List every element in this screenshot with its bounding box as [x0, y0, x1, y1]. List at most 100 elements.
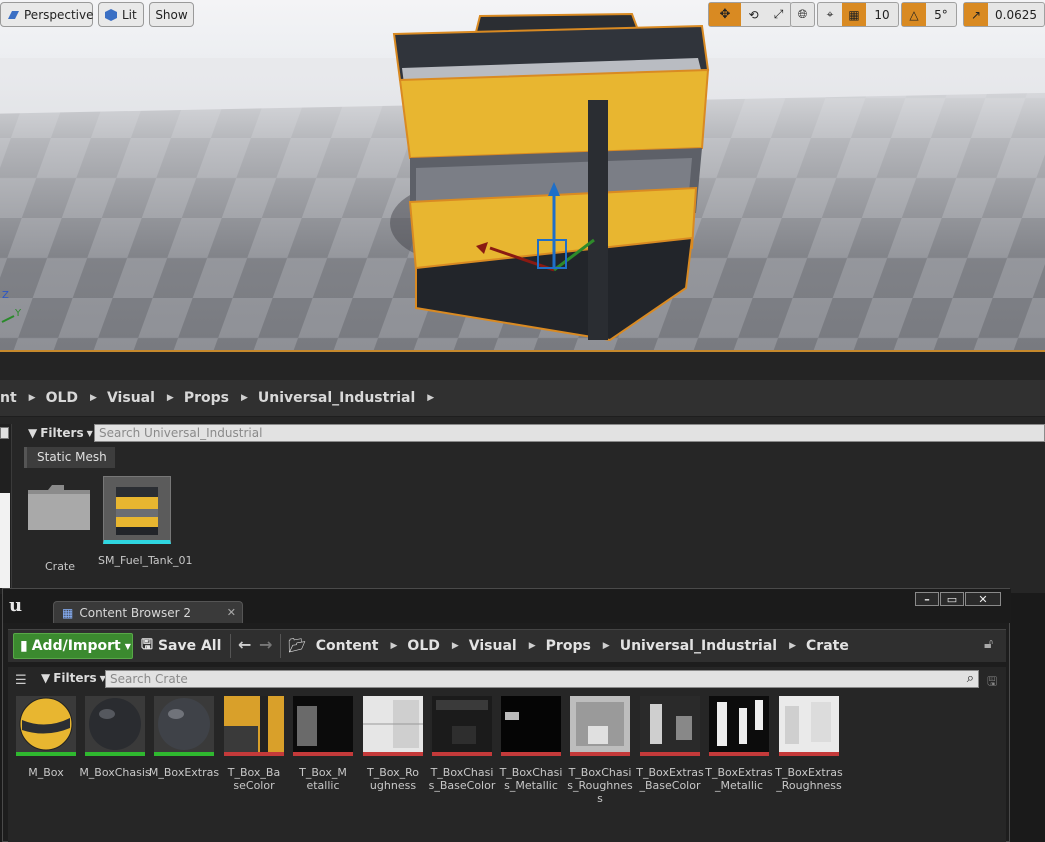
- filters-button[interactable]: ▼ Filters ▼: [41, 671, 106, 685]
- chevron-right-icon[interactable]: ▶: [603, 641, 610, 651]
- level-viewport[interactable]: Perspective Lit Show ✥ ⟲ ⤢ 🌐︎ ⌖ ▦ 10 △ 5…: [0, 0, 1045, 352]
- scale-snap-icon: ↗: [970, 7, 982, 22]
- window-title-bar[interactable]: u ▦ Content Browser 2 ✕ – ▭ ✕: [3, 589, 1011, 623]
- perspective-button[interactable]: Perspective: [0, 2, 94, 27]
- rotate-mode-button[interactable]: ⟲: [741, 3, 766, 26]
- rotation-snap-toggle[interactable]: △: [902, 3, 926, 26]
- search-input[interactable]: Search Universal_Industrial: [94, 424, 1045, 442]
- breadcrumb-item-old[interactable]: OLD ▶: [407, 638, 468, 654]
- tab-label: Content Browser 2: [79, 605, 191, 620]
- asset-thumbnail-t-boxchasis-roughness[interactable]: [570, 696, 630, 756]
- forward-arrow-icon[interactable]: →: [259, 635, 272, 654]
- chevron-right-icon[interactable]: ▶: [90, 393, 97, 403]
- asset-label: T_BoxExtras_Roughness: [775, 766, 843, 792]
- breadcrumb-item-content[interactable]: Content ▶: [316, 638, 408, 654]
- asset-thumbnail-t-boxextras-roughness[interactable]: [779, 696, 839, 756]
- angle-icon: △: [909, 7, 919, 22]
- world-local-toggle[interactable]: 🌐︎: [790, 2, 815, 27]
- save-search-icon[interactable]: 🖫︎: [987, 672, 997, 693]
- show-button[interactable]: Show: [149, 2, 194, 27]
- axis-indicator: Z Y: [0, 290, 30, 330]
- content-browser-window: u ▦ Content Browser 2 ✕ – ▭ ✕ ▮ Add/Impo…: [2, 588, 1011, 842]
- filters-button[interactable]: ▼ Filters ▼: [28, 426, 93, 440]
- scale-icon: ⤢: [773, 7, 784, 21]
- lit-button[interactable]: Lit: [98, 2, 144, 27]
- asset-label: T_BoxExtras_BaseColor: [636, 766, 704, 792]
- filter-funnel-icon: ▼: [41, 671, 51, 685]
- breadcrumb-item-old[interactable]: OLD ▶: [46, 390, 107, 406]
- sources-toggle-icon[interactable]: [0, 427, 9, 439]
- asset-label: T_Box_BaseColor: [227, 766, 281, 792]
- folder-icon[interactable]: [28, 484, 90, 530]
- transform-mode-group: ✥ ⟲ ⤢: [708, 2, 792, 27]
- grid-snap-value[interactable]: 10: [866, 3, 898, 26]
- chevron-right-icon[interactable]: ▶: [427, 393, 434, 403]
- search-icon[interactable]: ⌕: [967, 671, 974, 686]
- camera-speed-value[interactable]: 0.0625: [988, 3, 1044, 26]
- static-mesh-thumbnail[interactable]: [103, 476, 171, 544]
- translate-icon: ✥: [719, 7, 731, 22]
- asset-thumbnail-m-boxextras[interactable]: [154, 696, 214, 756]
- fuel-tank-mesh[interactable]: [380, 8, 720, 348]
- chevron-right-icon[interactable]: ▶: [452, 641, 459, 651]
- search-placeholder: Search Universal_Industrial: [99, 426, 263, 440]
- breadcrumb-item-props[interactable]: Props ▶: [546, 638, 620, 654]
- breadcrumb-item-visual[interactable]: Visual ▶: [107, 390, 184, 406]
- lock-icon[interactable]: 🔓︎: [984, 636, 993, 652]
- minimize-button[interactable]: –: [915, 592, 939, 606]
- chevron-right-icon[interactable]: ▶: [391, 641, 398, 651]
- asset-thumbnail-t-box-roughness[interactable]: [363, 696, 423, 756]
- tab-content-browser-2[interactable]: ▦ Content Browser 2 ✕: [53, 601, 243, 623]
- content-browser-icon: ▦: [62, 605, 74, 620]
- dropdown-arrow-icon: ▼: [124, 641, 131, 651]
- sources-panel-edge: [0, 493, 10, 588]
- breadcrumb-item-props[interactable]: Props ▶: [184, 390, 258, 406]
- asset-label: T_Box_Roughness: [366, 766, 420, 792]
- chevron-right-icon[interactable]: ▶: [241, 393, 248, 403]
- breadcrumb: 📂︎ Content ▶ OLD ▶ Visual ▶ Props ▶ Universa…: [288, 633, 849, 659]
- scale-mode-button[interactable]: ⤢: [766, 3, 791, 26]
- chevron-right-icon[interactable]: ▶: [529, 641, 536, 651]
- maximize-button[interactable]: ▭: [940, 592, 964, 606]
- breadcrumb-item-content[interactable]: nt ▶: [0, 390, 46, 406]
- maximize-icon: ▭: [946, 592, 958, 606]
- breadcrumb-item-crate[interactable]: Crate: [806, 638, 849, 654]
- filters-label: Filters: [40, 426, 84, 440]
- chevron-right-icon[interactable]: ▶: [789, 641, 796, 651]
- asset-label: T_Box_Metallic: [299, 766, 347, 792]
- breadcrumb-item-universal-industrial[interactable]: Universal_Industrial ▶: [258, 390, 444, 406]
- asset-thumbnail-m-box[interactable]: [16, 696, 76, 756]
- save-all-button[interactable]: 🖫︎ Save All: [141, 633, 221, 659]
- add-import-button[interactable]: ▮ Add/Import ▼: [13, 633, 133, 659]
- chevron-right-icon[interactable]: ▶: [167, 393, 174, 403]
- close-tab-icon[interactable]: ✕: [227, 606, 236, 619]
- rotation-snap-value[interactable]: 5°: [926, 3, 956, 26]
- chevron-right-icon[interactable]: ▶: [29, 393, 36, 403]
- asset-label: M_BoxChasis: [79, 766, 151, 779]
- asset-thumbnail-t-boxextras-basecolor[interactable]: [640, 696, 700, 756]
- breadcrumb-item-universal-industrial[interactable]: Universal_Industrial ▶: [620, 638, 806, 654]
- asset-label: T_BoxChasis_BaseColor: [428, 766, 496, 792]
- grid-snap-group: ⌖ ▦ 10: [817, 2, 899, 27]
- asset-thumbnail-t-box-metallic[interactable]: [293, 696, 353, 756]
- asset-label-crate: Crate: [44, 560, 76, 573]
- perspective-label: Perspective: [24, 7, 94, 22]
- scale-snap-toggle[interactable]: ↗: [964, 3, 988, 26]
- surface-snap-button[interactable]: ⌖: [818, 3, 842, 26]
- asset-thumbnail-t-boxchasis-metallic[interactable]: [501, 696, 561, 756]
- breadcrumb-item-visual[interactable]: Visual ▶: [469, 638, 546, 654]
- translate-mode-button[interactable]: ✥: [709, 3, 741, 26]
- search-input[interactable]: Search Crate ⌕: [105, 670, 979, 688]
- close-window-button[interactable]: ✕: [965, 592, 1001, 606]
- asset-thumbnail-t-boxextras-metallic[interactable]: [709, 696, 769, 756]
- asset-thumbnail-t-boxchasis-basecolor[interactable]: [432, 696, 492, 756]
- grid-snap-label: 10: [874, 7, 890, 22]
- filters-label: Filters: [53, 671, 97, 685]
- back-arrow-icon[interactable]: ←: [238, 635, 251, 654]
- asset-thumbnail-m-boxchasis[interactable]: [85, 696, 145, 756]
- sources-toggle-icon[interactable]: ☰: [15, 673, 27, 688]
- asset-thumbnail-t-box-basecolor[interactable]: [224, 696, 284, 756]
- asset-label: M_Box: [28, 766, 64, 779]
- grid-snap-toggle[interactable]: ▦: [842, 3, 866, 26]
- filter-tag-static-mesh[interactable]: Static Mesh: [24, 447, 115, 468]
